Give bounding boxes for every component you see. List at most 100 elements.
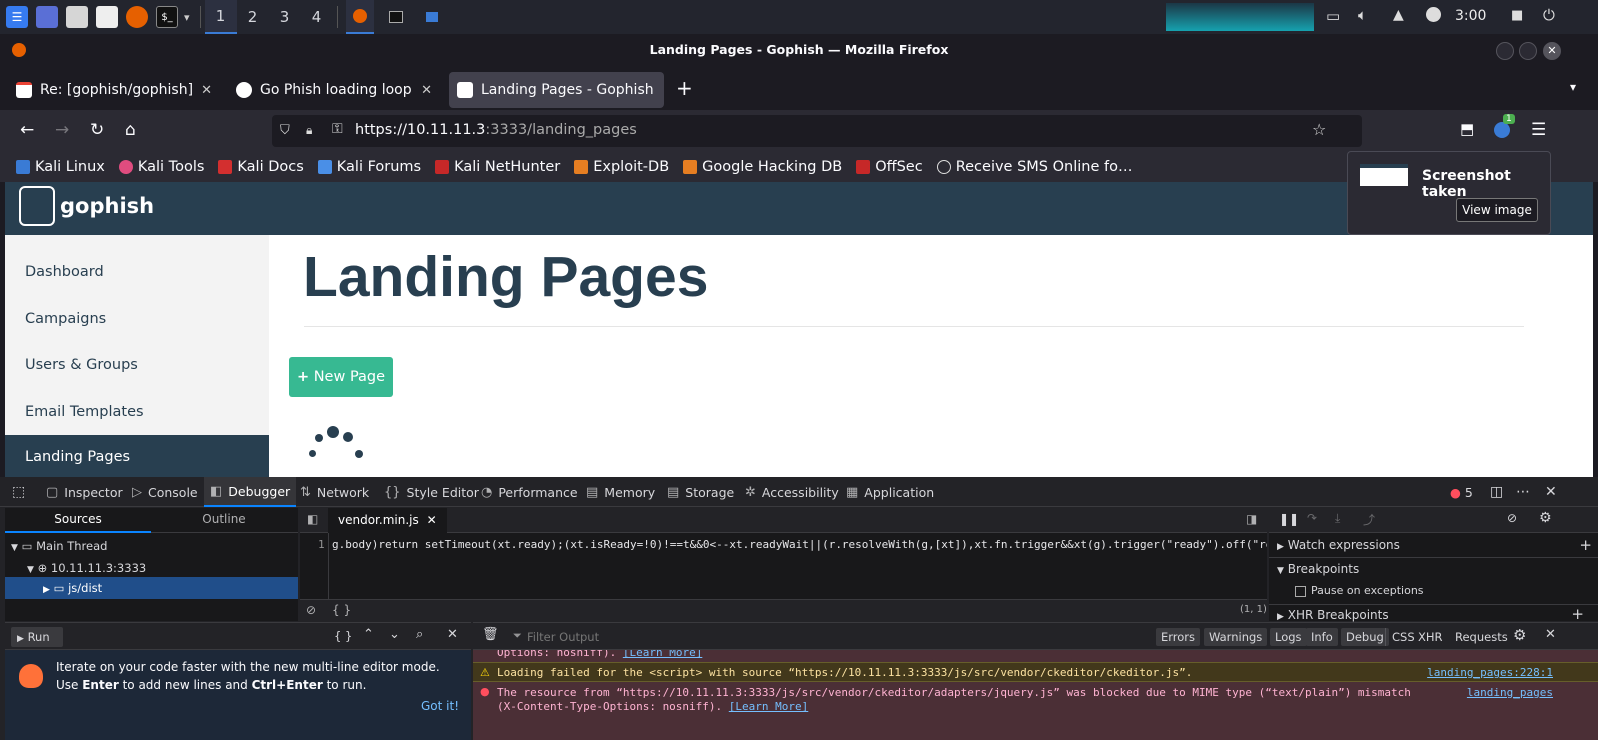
close-editor-icon[interactable]: ✕ — [447, 627, 458, 642]
step-out-icon[interactable]: ⤴ — [1363, 511, 1375, 528]
got-it-button[interactable]: Got it! — [421, 699, 459, 713]
settings-gear-icon[interactable]: ⚙ — [1539, 510, 1552, 526]
volume-icon[interactable]: 🔈︎ — [1358, 6, 1367, 24]
tab-sources[interactable]: Sources — [5, 512, 151, 526]
blackbox-icon[interactable]: ⊘ — [306, 603, 316, 617]
tracking-shield-icon[interactable]: ⛉ — [280, 123, 290, 138]
console-settings-gear-icon[interactable]: ⚙ — [1513, 626, 1526, 644]
minimize-button[interactable] — [1496, 42, 1514, 60]
history-up-icon[interactable]: ⌃ — [363, 627, 374, 642]
pause-on-exceptions[interactable]: Pause on exceptions — [1295, 584, 1424, 597]
add-watch-icon[interactable]: + — [1579, 536, 1592, 554]
close-split-console-icon[interactable]: ✕ — [1545, 627, 1556, 642]
firefox-icon[interactable] — [126, 6, 148, 28]
workspace-1[interactable]: 1 — [204, 0, 237, 34]
tab-gmail[interactable]: Re: [gophish/gophish] Go ✕ — [8, 72, 220, 108]
sidebar-item-campaigns[interactable]: Campaigns — [25, 311, 106, 327]
tab-performance[interactable]: ◔ Performance — [481, 477, 578, 507]
sidebar-item-email-templates[interactable]: Email Templates — [25, 404, 144, 420]
dock-side-icon[interactable]: ◫ — [1490, 477, 1503, 507]
screenshot-window-icon[interactable] — [418, 6, 446, 28]
forward-button[interactable]: → — [55, 120, 69, 140]
filter-debug[interactable]: Debug — [1341, 628, 1389, 646]
sidebar-item-landing-pages[interactable]: Landing Pages — [5, 435, 269, 477]
close-tab-icon[interactable]: ✕ — [421, 83, 432, 98]
workspace-2[interactable]: 2 — [237, 0, 269, 34]
screenshot-notification[interactable]: Screenshot taken View image — [1347, 151, 1551, 235]
tree-host[interactable]: ▼ ⊕ 10.11.11.3:3333 — [27, 561, 146, 575]
step-over-icon[interactable]: ↷ — [1307, 511, 1317, 525]
url-bar[interactable]: ⛉ 🔒︎ ⚿ https://10.11.11.3:3333/landing_p… — [272, 115, 1362, 147]
connection-lock-icon[interactable]: 🔒︎ — [306, 123, 312, 138]
gophish-logo-icon[interactable] — [19, 186, 55, 226]
toggle-right-pane-icon[interactable]: ◨ — [1246, 512, 1257, 526]
new-page-button[interactable]: + New Page — [289, 357, 393, 397]
new-tab-button[interactable]: + — [676, 76, 693, 100]
error-count-badge[interactable]: ● 5 — [1450, 477, 1473, 507]
tab-github[interactable]: Go Phish loading loop at l ✕ — [228, 72, 440, 108]
pick-element-icon[interactable]: ⬚ — [12, 477, 25, 507]
bookmark-kali-docs[interactable]: Kali Docs — [218, 159, 304, 175]
firefox-window-icon[interactable] — [345, 0, 374, 34]
kali-menu-icon[interactable]: ☰ — [6, 6, 28, 28]
sidebar-item-dashboard[interactable]: Dashboard — [25, 264, 104, 280]
watch-expressions-header[interactable]: ▶ Watch expressions + — [1277, 536, 1592, 554]
tab-storage[interactable]: ▤ Storage — [667, 477, 734, 507]
run-button[interactable]: ▶ Run — [11, 627, 63, 647]
tab-style-editor[interactable]: {} Style Editor — [384, 477, 479, 507]
list-all-tabs-icon[interactable]: ▾ — [1570, 80, 1576, 94]
gophish-brand[interactable]: gophish — [60, 194, 154, 218]
tab-console[interactable]: ▷ Console — [132, 477, 198, 507]
deactivate-breakpoints-icon[interactable]: ⊘ — [1507, 511, 1517, 525]
clear-console-icon[interactable]: 🗑︎ — [482, 627, 499, 642]
tree-main-thread[interactable]: ▼ ▭ Main Thread — [11, 539, 107, 553]
more-options-icon[interactable]: ⋯ — [1516, 477, 1530, 507]
terminal-icon[interactable]: $_ — [156, 6, 178, 28]
maximize-button[interactable] — [1519, 42, 1537, 60]
reverse-search-icon[interactable]: ⌕ — [416, 627, 423, 642]
sidebar-item-users-groups[interactable]: Users & Groups — [25, 357, 138, 373]
filter-logs[interactable]: Logs — [1270, 628, 1307, 646]
tab-outline[interactable]: Outline — [151, 512, 297, 526]
logout-icon[interactable]: ⏻ — [1543, 6, 1555, 24]
tab-inspector[interactable]: ▢ Inspector — [46, 477, 123, 507]
notifications-icon[interactable]: ▲ — [1393, 7, 1404, 23]
pocket-icon[interactable]: ⬒ — [1460, 120, 1474, 138]
history-down-icon[interactable]: ⌄ — [389, 627, 400, 642]
file-tab[interactable]: vendor.min.js ✕ — [328, 508, 447, 533]
message-source-link[interactable]: landing_pages — [1467, 686, 1553, 700]
close-file-icon[interactable]: ✕ — [427, 513, 437, 527]
breakpoints-header[interactable]: ▼ Breakpoints — [1269, 557, 1598, 579]
clock[interactable]: 3:00 — [1455, 8, 1486, 24]
workspace-3[interactable]: 3 — [269, 0, 301, 34]
step-in-icon[interactable]: ⤓ — [1335, 511, 1340, 526]
power-status-icon[interactable] — [1426, 7, 1441, 22]
bookmark-star-icon[interactable]: ☆ — [1312, 120, 1326, 139]
filter-xhr[interactable]: XHR — [1413, 628, 1448, 646]
bookmark-receive-sms[interactable]: Receive SMS Online fo… — [936, 159, 1132, 175]
url-text[interactable]: https://10.11.11.3:3333/landing_pages — [355, 122, 637, 138]
file-manager-icon[interactable] — [66, 6, 88, 28]
view-image-button[interactable]: View image — [1456, 198, 1538, 222]
tab-application[interactable]: ▦ Application — [846, 477, 934, 507]
xhr-breakpoints-header[interactable]: ▶ XHR Breakpoints + — [1269, 604, 1598, 623]
tab-network[interactable]: ⇅ Network — [300, 477, 369, 507]
desktop-icon[interactable] — [36, 6, 58, 28]
bookmark-kali-linux[interactable]: Kali Linux — [16, 159, 105, 175]
checkbox[interactable] — [1295, 585, 1306, 597]
close-devtools-icon[interactable]: ✕ — [1545, 477, 1557, 507]
bookmark-kali-forums[interactable]: Kali Forums — [317, 159, 421, 175]
close-tab-icon[interactable]: ✕ — [201, 83, 212, 98]
code-line[interactable]: g.body)return setTimeout(xt.ready);(xt.i… — [332, 538, 1267, 551]
message-source-link[interactable]: landing_pages:228:1 — [1427, 663, 1553, 682]
reload-button[interactable]: ↻ — [90, 120, 104, 140]
add-xhr-icon[interactable]: + — [1571, 605, 1584, 623]
workspace-4[interactable]: 4 — [301, 0, 333, 34]
pretty-print-console-icon[interactable]: { } — [334, 629, 352, 643]
learn-more-link[interactable]: [Learn More] — [623, 650, 702, 659]
tab-memory[interactable]: ▤ Memory — [586, 477, 655, 507]
bookmark-kali-tools[interactable]: Kali Tools — [118, 159, 204, 175]
bookmark-offsec[interactable]: OffSec — [856, 159, 923, 175]
home-button[interactable]: ⌂ — [125, 120, 136, 140]
filter-info[interactable]: Info — [1306, 628, 1338, 646]
